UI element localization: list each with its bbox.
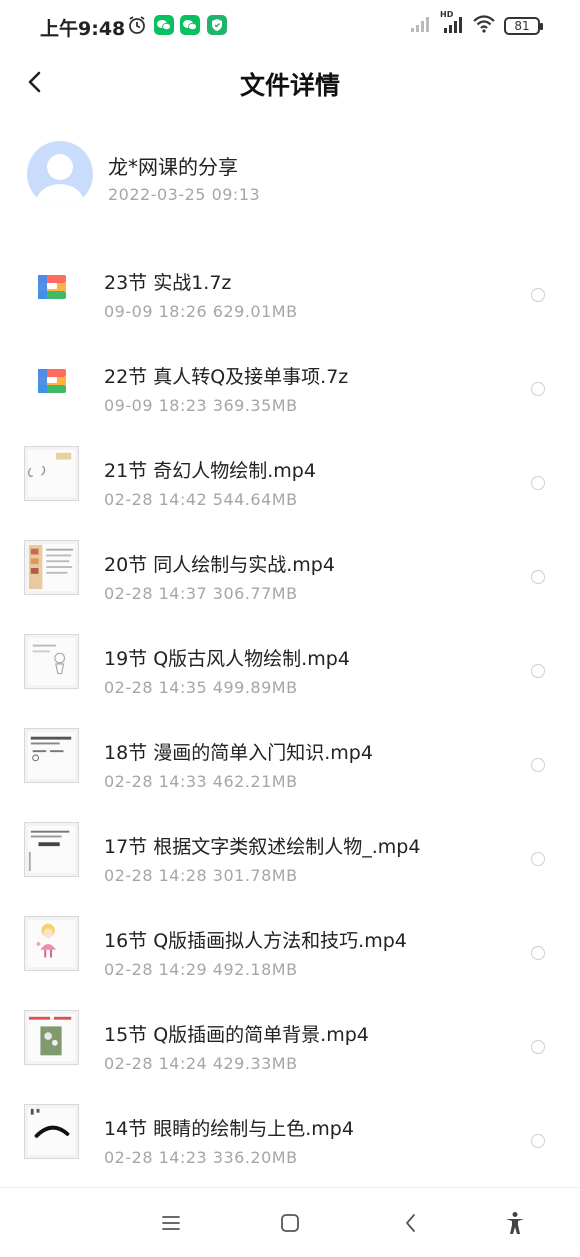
default-avatar-icon xyxy=(36,154,84,207)
accessibility-icon xyxy=(506,1212,524,1234)
sharer-name: 龙*网课的分享 xyxy=(108,155,238,179)
video-thumbnail xyxy=(24,446,79,501)
file-name: 21节 奇幻人物绘制.mp4 xyxy=(104,460,316,482)
file-row[interactable]: 23节 实战1.7z 09-09 18:26 629.01MB xyxy=(0,240,580,334)
file-name: 19节 Q版古风人物绘制.mp4 xyxy=(104,648,350,670)
network-label: HD xyxy=(440,10,454,19)
file-meta: 02-28 14:24 429.33MB xyxy=(104,1054,298,1073)
alarm-clock-icon xyxy=(127,15,147,39)
archive-file-icon xyxy=(24,258,79,313)
select-radio[interactable] xyxy=(531,288,545,302)
signal-hd-icon: HD xyxy=(440,10,464,38)
video-thumbnail xyxy=(24,728,79,783)
file-name: 18节 漫画的简单入门知识.mp4 xyxy=(104,742,373,764)
file-row[interactable]: 18节 漫画的简单入门知识.mp4 02-28 14:33 462.21MB xyxy=(0,710,580,804)
file-name: 22节 真人转Q及接单事项.7z xyxy=(104,366,349,388)
video-thumbnail xyxy=(24,916,79,971)
select-radio[interactable] xyxy=(531,1040,545,1054)
back-arrow-icon xyxy=(406,1214,415,1232)
video-thumbnail xyxy=(24,1010,79,1065)
file-meta: 02-28 14:29 492.18MB xyxy=(104,960,298,979)
battery-indicator: 81 xyxy=(504,17,543,35)
file-list: 23节 实战1.7z 09-09 18:26 629.01MB 22节 真人转Q… xyxy=(0,240,580,1180)
select-radio[interactable] xyxy=(531,570,545,584)
select-radio[interactable] xyxy=(531,946,545,960)
file-meta: 02-28 14:35 499.89MB xyxy=(104,678,298,697)
status-indicators: HD 81 xyxy=(410,10,543,38)
select-radio[interactable] xyxy=(531,664,545,678)
video-thumbnail xyxy=(24,540,79,595)
title-bar: 文件详情 xyxy=(0,52,580,112)
menu-icon xyxy=(162,1216,180,1230)
select-radio[interactable] xyxy=(531,382,545,396)
archive-file-icon xyxy=(24,352,79,407)
file-row[interactable]: 20节 同人绘制与实战.mp4 02-28 14:37 306.77MB xyxy=(0,522,580,616)
file-name: 17节 根据文字类叙述绘制人物_.mp4 xyxy=(104,836,421,858)
nav-back-button[interactable] xyxy=(398,1210,424,1236)
page-title: 文件详情 xyxy=(239,71,340,100)
share-date: 2022-03-25 09:13 xyxy=(108,185,261,204)
status-bar: 上午9:48 HD 81 xyxy=(0,0,580,52)
file-meta: 02-28 14:42 544.64MB xyxy=(104,490,298,509)
file-meta: 02-28 14:37 306.77MB xyxy=(104,584,298,603)
select-radio[interactable] xyxy=(531,758,545,772)
file-row[interactable]: 17节 根据文字类叙述绘制人物_.mp4 02-28 14:28 301.78M… xyxy=(0,804,580,898)
home-button[interactable] xyxy=(277,1210,303,1236)
video-thumbnail xyxy=(24,1104,79,1159)
file-name: 20节 同人绘制与实战.mp4 xyxy=(104,554,335,576)
file-meta: 09-09 18:23 369.35MB xyxy=(104,396,298,415)
wechat-icon xyxy=(180,15,200,35)
home-square-icon xyxy=(281,1214,299,1232)
video-thumbnail xyxy=(24,634,79,689)
video-thumbnail xyxy=(24,822,79,877)
file-row[interactable]: 19节 Q版古风人物绘制.mp4 02-28 14:35 499.89MB xyxy=(0,616,580,710)
file-meta: 02-28 14:33 462.21MB xyxy=(104,772,298,791)
file-meta: 09-09 18:26 629.01MB xyxy=(104,302,298,321)
avatar xyxy=(27,141,93,207)
select-radio[interactable] xyxy=(531,852,545,866)
signal-weak-icon xyxy=(410,15,432,37)
file-name: 15节 Q版插画的简单背景.mp4 xyxy=(104,1024,369,1046)
menu-button[interactable] xyxy=(158,1210,184,1236)
file-meta: 02-28 14:23 336.20MB xyxy=(104,1148,298,1167)
status-time: 上午9:48 xyxy=(40,18,126,40)
accessibility-button[interactable] xyxy=(502,1210,528,1236)
sharer-info: 龙*网课的分享 2022-03-25 09:13 xyxy=(0,135,580,215)
system-nav-bar xyxy=(0,1187,580,1257)
file-name: 16节 Q版插画拟人方法和技巧.mp4 xyxy=(104,930,407,952)
file-meta: 02-28 14:28 301.78MB xyxy=(104,866,298,885)
file-row[interactable]: 21节 奇幻人物绘制.mp4 02-28 14:42 544.64MB xyxy=(0,428,580,522)
security-shield-icon xyxy=(207,15,227,35)
file-row[interactable]: 15节 Q版插画的简单背景.mp4 02-28 14:24 429.33MB xyxy=(0,992,580,1086)
file-row[interactable]: 14节 眼睛的绘制与上色.mp4 02-28 14:23 336.20MB xyxy=(0,1086,580,1180)
file-row[interactable]: 22节 真人转Q及接单事项.7z 09-09 18:23 369.35MB xyxy=(0,334,580,428)
file-row[interactable]: 16节 Q版插画拟人方法和技巧.mp4 02-28 14:29 492.18MB xyxy=(0,898,580,992)
wifi-icon xyxy=(472,15,496,37)
wechat-icon xyxy=(154,15,174,35)
file-name: 23节 实战1.7z xyxy=(104,272,232,294)
select-radio[interactable] xyxy=(531,476,545,490)
file-name: 14节 眼睛的绘制与上色.mp4 xyxy=(104,1118,354,1140)
select-radio[interactable] xyxy=(531,1134,545,1148)
